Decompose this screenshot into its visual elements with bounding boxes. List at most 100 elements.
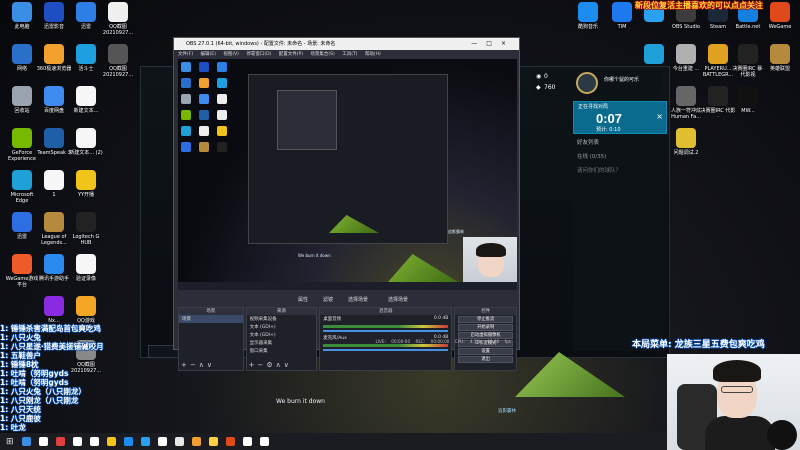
desktop-icon[interactable]: YY开播 — [68, 170, 104, 198]
app-icon — [76, 2, 96, 22]
app-icon — [708, 44, 728, 64]
desktop-icon[interactable]: 360极速浏览器 — [36, 44, 72, 72]
virtual-camera-button[interactable]: 启动虚拟摄像机 — [458, 332, 513, 339]
desktop-icon-label: 人族一符冲炫 Human Fa... — [670, 108, 701, 120]
taskbar-app-icon[interactable] — [89, 437, 99, 446]
desktop-icon[interactable]: 英雄联盟 — [762, 44, 798, 72]
source-item[interactable]: 视频采集设备 — [247, 315, 317, 323]
desktop-icon[interactable]: 新建文本... (2) — [68, 128, 104, 156]
desktop-icon-label: 1 — [52, 192, 56, 198]
app-icon — [44, 212, 64, 232]
taskbar-app-icon[interactable] — [174, 437, 184, 446]
desktop-icon[interactable]: QQ截图 20210927... — [100, 44, 136, 78]
desktop-icon-label: WeGame — [768, 24, 792, 30]
queue-panel[interactable]: 正在寻找对局 0:07 预计: 0:10 × — [573, 101, 667, 134]
desktop-icon-label: Logitech G HUB — [72, 234, 100, 246]
stop-streaming-button[interactable]: 停止推流 — [458, 316, 513, 323]
settings-button[interactable]: 设置 — [458, 348, 513, 355]
tab-select-scene[interactable]: 选择场景 — [348, 296, 368, 303]
source-item[interactable]: 窗口采集 — [247, 347, 317, 355]
desktop-icon[interactable]: 迅雷 — [4, 212, 40, 240]
desktop-icon[interactable]: 今台重建 ... — [668, 44, 704, 72]
taskbar-app-icon[interactable] — [225, 437, 235, 446]
desktop-icon[interactable]: 迅雷 — [68, 2, 104, 30]
desktop-icon[interactable]: 酷狗音乐 — [570, 2, 606, 30]
tab-select-scene-2[interactable]: 选择场景 — [388, 296, 408, 303]
desktop-icon[interactable]: 新建文本... — [68, 86, 104, 114]
desktop-icon[interactable]: 验证录像 — [68, 254, 104, 282]
desktop-icon[interactable]: 迅雷影音 — [36, 2, 72, 30]
desktop-icon[interactable]: 百度网盘 — [36, 86, 72, 114]
tab-filters[interactable]: 滤镜 — [323, 296, 333, 303]
taskbar-app-icon[interactable] — [140, 437, 150, 446]
desktop-icon-label: 酷狗音乐 — [577, 24, 598, 30]
source-item[interactable]: 文本 (GDI+) — [247, 331, 317, 339]
summoner-name: 你哪个鼠的可乐 — [604, 77, 640, 83]
be-icon: ◆ — [536, 84, 541, 91]
desktop-icon[interactable]: 此电脑 — [4, 2, 40, 30]
taskbar-app-icon[interactable] — [21, 437, 31, 446]
taskbar-app-icon[interactable] — [106, 437, 116, 446]
window-controls[interactable]: —□× — [471, 38, 515, 50]
friends-search[interactable]: 请问你们的球队？ — [573, 163, 667, 177]
scene-item[interactable]: 场景 — [179, 315, 243, 323]
desktop-icon[interactable]: WeGame — [762, 2, 798, 30]
desktop-icon[interactable]: GeForce Experience — [4, 128, 40, 162]
desktop-icon[interactable]: MW... — [730, 86, 766, 114]
desktop-icon[interactable]: 决赛圈IRC 暴·代影视 — [730, 44, 766, 78]
desktop-icon[interactable]: 问题调试.2 — [668, 128, 704, 156]
desktop-icon[interactable]: 人族一符冲炫 Human Fa... — [668, 86, 704, 120]
friends-panel[interactable]: 好友列表 在线 (0/35) 请问你们的球队？ — [573, 135, 667, 351]
source-item[interactable]: 文本 (GDI+) — [247, 323, 317, 331]
windows-taskbar[interactable]: ⊞ — [0, 433, 667, 450]
chat-line: 1: 吐啃（努明gyds — [0, 369, 69, 378]
desktop-icon[interactable]: TeamSpeak 3 — [36, 128, 72, 156]
scene-buttons[interactable]: +−∧∨ — [181, 361, 215, 369]
desktop-icon-label: 问题调试.2 — [673, 150, 699, 156]
obs-titlebar[interactable]: OBS 27.0.1 (64-bit, windows) - 配置文件: 未命名… — [174, 38, 519, 50]
wallpaper-subtitle: We burn it down — [276, 398, 325, 405]
desktop-icon[interactable]: 活斗士 — [68, 44, 104, 72]
obs-window[interactable]: OBS 27.0.1 (64-bit, windows) - 配置文件: 未命名… — [173, 37, 520, 371]
desktop-icon[interactable]: QQ游戏 — [68, 296, 104, 324]
taskbar-app-icon[interactable] — [259, 437, 269, 446]
taskbar-app-icon[interactable] — [208, 437, 218, 446]
start-recording-button[interactable]: 开始录制 — [458, 324, 513, 331]
menu-banner: 本局菜单: 龙族三星五费包爽吃鸡 — [632, 340, 765, 350]
desktop-icon[interactable] — [636, 44, 672, 66]
tab-properties[interactable]: 属性 — [298, 296, 308, 303]
taskbar-app-icon[interactable] — [55, 437, 65, 446]
desktop-icon[interactable]: League of Legends... — [36, 212, 72, 246]
exit-button[interactable]: 退出 — [458, 356, 513, 363]
taskbar-app-icon[interactable] — [72, 437, 82, 446]
windows-start-icon[interactable]: ⊞ — [6, 437, 14, 447]
source-buttons[interactable]: +−⚙∧∨ — [249, 361, 292, 369]
desktop-icon[interactable]: Nx... — [36, 296, 72, 324]
taskbar-app-icon[interactable] — [157, 437, 167, 446]
volume-slider[interactable] — [323, 330, 449, 332]
taskbar-app-icon[interactable] — [191, 437, 201, 446]
close-icon[interactable]: × — [656, 112, 663, 121]
friends-group[interactable]: 在线 (0/35) — [573, 149, 667, 163]
desktop-icon[interactable]: WeGame游戏平台 — [4, 254, 40, 288]
desktop-icon[interactable]: 1 — [36, 170, 72, 198]
obs-source-tabs[interactable]: 属性 滤镜 选择场景 选择场景 — [178, 294, 517, 305]
desktop-icon[interactable]: QQ截图 20210927... — [100, 2, 136, 36]
obs-menubar[interactable]: 文件(F) 编辑(E) 视图(V) 停靠窗口(D) 配置文件(P) 场景集合(S… — [174, 50, 519, 59]
desktop-icon[interactable]: 腾讯手游助手 — [36, 254, 72, 282]
taskbar-app-icon[interactable] — [123, 437, 133, 446]
danmaku-chat: 1: 锤锤杀害满配岛首包爽吃鸡 1: 八只火兔 1: 八只星遂·猎费美搓铺碱咬月 1:… — [0, 324, 110, 432]
taskbar-app-icon[interactable] — [242, 437, 252, 446]
app-icon — [12, 44, 32, 64]
taskbar-app-icon[interactable] — [38, 437, 48, 446]
volume-slider[interactable] — [323, 349, 449, 351]
lol-profile-bar[interactable]: ◉ 0 ◆ 760 你哪个鼠的可乐 — [532, 70, 662, 96]
avatar[interactable] — [576, 72, 598, 94]
chat-line: 1: 八只天统 — [0, 405, 41, 414]
desktop-icon[interactable]: 回收站 — [4, 86, 40, 114]
desktop-icon[interactable]: Logitech G HUB — [68, 212, 104, 246]
desktop-icon[interactable]: 网络 — [4, 44, 40, 72]
app-icon — [76, 128, 96, 148]
desktop-icon[interactable]: Microsoft Edge — [4, 170, 40, 204]
obs-preview[interactable]: We burn it down 追影霸林 — [178, 59, 517, 290]
